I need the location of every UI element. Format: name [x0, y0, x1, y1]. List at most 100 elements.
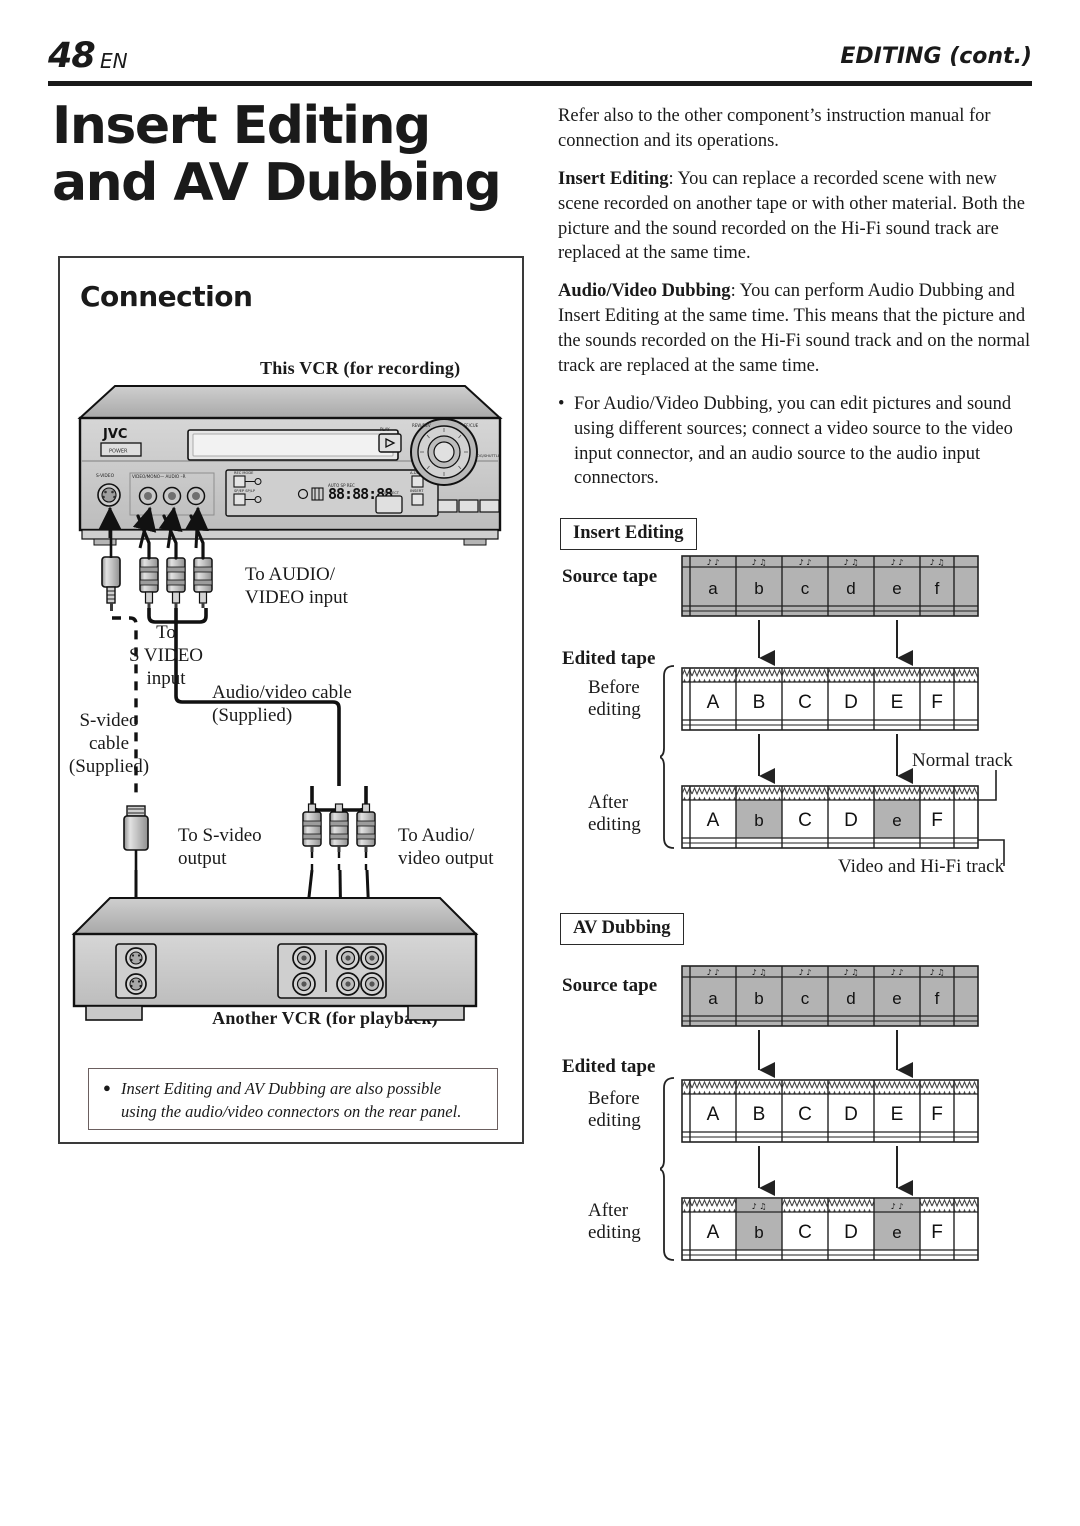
vcr-brand-logo: JVC: [102, 427, 127, 442]
insert-after-cell-3: D: [844, 810, 858, 831]
insert-after-cell-0: A: [707, 810, 720, 831]
insert-arrows-2: [758, 734, 913, 784]
svg-text:♪ ♫: ♪ ♫: [930, 558, 945, 567]
svg-text:INSERT: INSERT: [410, 488, 424, 493]
insert-after-cell-1: b: [754, 811, 763, 830]
avdub-before-cell-0: A: [707, 1104, 720, 1125]
svg-text:REW/REV: REW/REV: [412, 423, 431, 428]
svg-text:♪ ♫: ♪ ♫: [844, 968, 859, 977]
svg-text:FF/CUE: FF/CUE: [464, 423, 479, 428]
insert-source-cell-4: e: [892, 579, 901, 598]
stop-button[interactable]: [479, 499, 500, 513]
paragraph-av-dubbing-bullet: • For Audio/Video Dubbing, you can edit p…: [558, 392, 1032, 492]
av-dubbing-tape-diagram: a b c d e f ♪ ♪ ♪ ♫ ♪ ♪ ♪ ♫ ♪ ♪ ♪ ♫ A B …: [660, 965, 979, 1261]
insert-arrows-1: [758, 620, 913, 666]
section-tag-insert-editing: Insert Editing: [560, 518, 697, 550]
paragraph-insert-editing-label: Insert Editing: [558, 168, 669, 189]
page-header: 48 EN EDITING (cont.): [48, 36, 1032, 92]
avdub-after-tape: ♪ ♫ ♪ ♪ A b C D e F: [681, 1197, 979, 1261]
insert-edited-tape-label: Edited tape: [562, 648, 656, 669]
insert-before-editing-label: Before editing: [588, 677, 641, 720]
svg-text:♪ ♫: ♪ ♫: [752, 558, 767, 567]
insert-before-cell-0: A: [707, 692, 720, 713]
this-vcr-illustration: JVC POWER S-VIDEO VIDEO/MONO— AUDIO –R R…: [77, 385, 503, 546]
avdub-before-cell-2: C: [798, 1104, 812, 1125]
avdub-source-cell-2: c: [801, 989, 810, 1008]
insert-before-cell-4: E: [891, 692, 904, 713]
running-head: EDITING (cont.): [840, 44, 1032, 69]
svg-text:♪ ♪: ♪ ♪: [799, 968, 812, 977]
svg-text:REC MODE: REC MODE: [234, 471, 254, 475]
insert-source-tape-label: Source tape: [562, 566, 658, 587]
avdub-before-cell-3: D: [844, 1104, 858, 1125]
s-video-jack-label: S-VIDEO: [96, 473, 115, 479]
insert-before-tape: A B C D E F: [681, 667, 979, 731]
svg-text:♪ ♪: ♪ ♪: [891, 1202, 904, 1211]
avdub-before-cell-4: E: [891, 1104, 904, 1125]
svg-text:♪ ♪: ♪ ♪: [891, 558, 904, 567]
insert-before-cell-2: C: [798, 692, 812, 713]
avdub-before-editing-label: Before editing: [588, 1088, 641, 1131]
insert-after-cell-2: C: [798, 810, 812, 831]
avdub-after-cell-4: e: [892, 1223, 901, 1242]
svg-text:♪ ♫: ♪ ♫: [844, 558, 859, 567]
avdub-source-cell-4: e: [892, 989, 901, 1008]
avdub-source-cell-1: b: [754, 989, 763, 1008]
insert-source-cell-0: a: [708, 579, 718, 598]
avdub-source-cell-3: d: [846, 989, 855, 1008]
svg-text:♪ ♪: ♪ ♪: [707, 558, 720, 567]
page-number: 48: [48, 36, 96, 76]
rec-button[interactable]: [437, 499, 458, 513]
insert-source-cell-1: b: [754, 579, 763, 598]
avdub-after-cell-1: b: [754, 1223, 763, 1242]
svg-text:SP/EP SP/LP: SP/EP SP/LP: [234, 489, 256, 493]
insert-before-cell-5: F: [931, 692, 943, 713]
avdub-after-editing-label: After editing: [588, 1200, 641, 1243]
body-text-column: Refer also to the other component’s inst…: [558, 104, 1032, 504]
insert-button[interactable]: [411, 493, 424, 506]
connection-panel: Connection This VCR (for recording) Anot…: [58, 256, 524, 1144]
another-vcr-illustration: [71, 897, 479, 1021]
avdub-source-cell-5: f: [935, 989, 940, 1008]
transport-buttons: [437, 499, 500, 513]
avdub-after-cell-3: D: [844, 1222, 858, 1243]
svg-text:♪ ♫: ♪ ♫: [930, 968, 945, 977]
svg-text:STOP/EJECT: STOP/EJECT: [378, 491, 400, 495]
audio-dub-button[interactable]: [411, 475, 424, 488]
insert-editing-tape-diagram: a b c d e f ♪ ♪ ♪ ♫ ♪ ♪ ♪ ♫ ♪ ♪ ♪ ♫ A B …: [660, 555, 1005, 866]
label-to-audio-video-input: To AUDIO/ VIDEO input: [245, 564, 348, 608]
bullet-icon: •: [558, 393, 565, 414]
svg-text:♪ ♫: ♪ ♫: [752, 968, 767, 977]
paragraph-refer: Refer also to the other component’s inst…: [558, 106, 991, 151]
avdub-source-tape: a b c d e f ♪ ♪ ♪ ♫ ♪ ♪ ♪ ♫ ♪ ♪ ♪ ♫: [681, 965, 979, 1027]
speed-button[interactable]: [233, 493, 246, 506]
insert-source-cell-5: f: [935, 579, 940, 598]
av-jacks-label: VIDEO/MONO— AUDIO –R: [132, 474, 186, 479]
avdub-source-cell-0: a: [708, 989, 718, 1008]
paragraph-av-dubbing: Audio/Video Dubbing: You can perform Aud…: [558, 279, 1032, 379]
paragraph-insert-editing: Insert Editing: You can replace a record…: [558, 167, 1032, 267]
label-to-s-video-input: To S VIDEO input: [128, 622, 204, 689]
play-button[interactable]: [378, 433, 402, 453]
stop-eject-button[interactable]: [375, 495, 403, 514]
insert-source-tape: a b c d e f ♪ ♪ ♪ ♫ ♪ ♪ ♪ ♫ ♪ ♪ ♪ ♫: [681, 555, 979, 617]
insert-callout-leaders: [978, 770, 1005, 866]
insert-before-cell-1: B: [753, 692, 766, 713]
insert-after-tape: A b C D e F: [681, 785, 979, 849]
page-title: Insert Editing and AV Dubbing: [52, 97, 532, 212]
insert-source-cell-3: d: [846, 579, 855, 598]
label-s-video-cable: S-video cable (Supplied): [68, 710, 150, 777]
avdub-before-cell-5: F: [931, 1104, 943, 1125]
page-locale: EN: [100, 49, 128, 73]
insert-after-cell-4: e: [892, 811, 901, 830]
rec-mode-button[interactable]: [233, 475, 246, 488]
insert-source-cell-2: c: [801, 579, 810, 598]
header-rule: [48, 81, 1032, 86]
avdub-edited-tape-label: Edited tape: [562, 1056, 656, 1077]
paragraph-av-dubbing-bullet-text: For Audio/Video Dubbing, you can edit pi…: [574, 393, 1013, 489]
svg-text:♪ ♪: ♪ ♪: [891, 968, 904, 977]
svg-text:♪ ♪: ♪ ♪: [799, 558, 812, 567]
avdub-edited-tape-brace: [660, 1077, 675, 1261]
avdub-after-cell-2: C: [798, 1222, 812, 1243]
pause-button[interactable]: [458, 499, 479, 513]
